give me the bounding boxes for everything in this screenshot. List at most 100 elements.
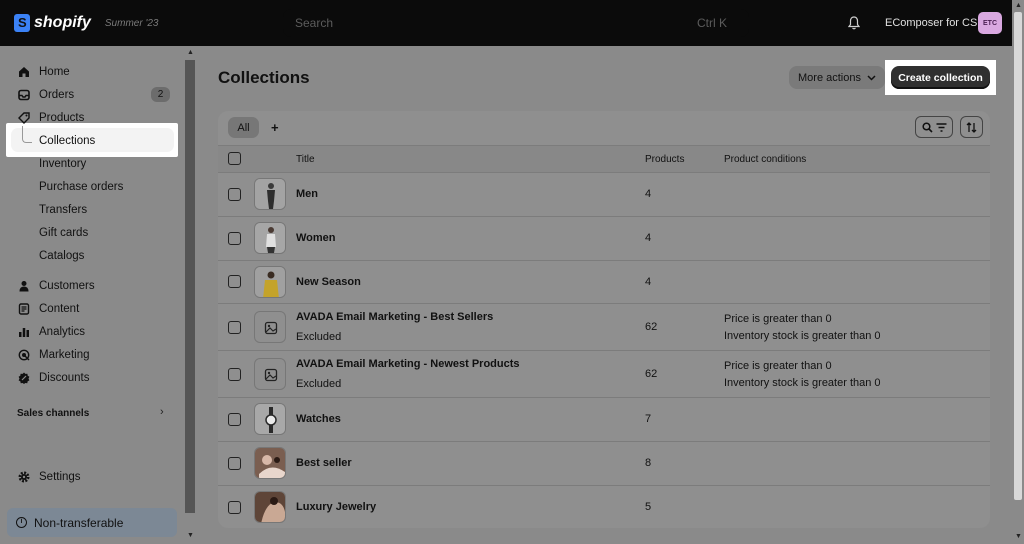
info-icon: i [16,517,27,528]
gear-icon [18,471,30,482]
collection-title[interactable]: New Season [296,276,361,288]
column-product-conditions: Product conditions [724,154,807,165]
search-filter-button[interactable] [915,116,953,138]
bell-icon[interactable] [848,16,860,30]
sidebar-item-label: Gift cards [39,226,89,239]
add-view-button[interactable]: + [271,120,279,135]
table-row[interactable]: AVADA Email Marketing - Newest Products … [218,351,990,398]
table-row[interactable]: AVADA Email Marketing - Best Sellers Exc… [218,304,990,351]
chevron-right-icon[interactable]: › [160,406,164,418]
collection-title[interactable]: Men [296,188,318,200]
row-checkbox[interactable] [228,368,241,381]
shopify-logo[interactable]: shopify [14,14,91,32]
sidebar-item-label: Purchase orders [39,180,124,193]
search-input[interactable]: Search Ctrl K [283,9,749,37]
select-all-checkbox[interactable] [228,152,241,165]
table-row[interactable]: New Season 4 [218,261,990,304]
sidebar-item-label: Content [39,302,80,315]
sidebar-item-label: Discounts [39,371,90,384]
scroll-down-icon[interactable]: ▼ [187,532,194,539]
sidebar-item-marketing[interactable]: Marketing [0,343,184,366]
sidebar-item-label: Customers [39,279,95,292]
more-actions-button[interactable]: More actions [789,66,885,89]
sidebar-item-purchase-orders[interactable]: Purchase orders [0,175,184,198]
sidebar-item-label: Orders [39,88,75,101]
sidebar-item-discounts[interactable]: Discounts [0,366,184,389]
table-row[interactable]: Best seller 8 [218,442,990,486]
table-row[interactable]: Luxury Jewelry 5 [218,486,990,528]
image-placeholder-icon [254,311,286,343]
sidebar-item-label: Inventory [39,157,87,170]
row-checkbox[interactable] [228,321,241,334]
tag-icon [18,111,30,124]
collection-title[interactable]: Women [296,232,336,244]
sidebar-item-inventory[interactable]: Inventory [0,152,184,175]
collection-thumbnail [254,222,286,254]
person-icon [19,280,29,291]
table-row[interactable]: Women 4 [218,217,990,261]
sidebar-item-label: Products [39,111,85,124]
row-checkbox[interactable] [228,275,241,288]
page-scrollbar[interactable]: ▲ ▼ [1012,0,1024,544]
sidebar-item-orders[interactable]: Orders 2 [0,83,184,106]
product-count: 62 [645,368,658,380]
collection-thumbnail [254,447,286,479]
row-checkbox[interactable] [228,457,241,470]
row-checkbox[interactable] [228,413,241,426]
sidebar-item-label: Collections [39,134,96,147]
orders-count-badge: 2 [151,87,170,102]
sidebar-item-customers[interactable]: Customers [0,274,184,297]
sidebar-item-label: Transfers [39,203,88,216]
row-checkbox[interactable] [228,501,241,514]
collection-title[interactable]: Luxury Jewelry [296,501,376,513]
sidebar-scrollbar[interactable]: ▲ ▼ [184,46,196,544]
row-checkbox[interactable] [228,232,241,245]
sidebar-item-products[interactable]: Products [0,106,184,129]
sidebar-item-collections[interactable]: Collections [0,129,184,152]
scroll-up-icon[interactable]: ▲ [187,49,194,56]
condition-line: Inventory stock is greater than 0 [724,377,881,389]
table-row[interactable]: Watches 7 [218,398,990,442]
chevron-down-icon [867,74,876,81]
marketing-icon [18,349,30,360]
tab-all[interactable]: All [228,117,259,138]
sidebar-item-analytics[interactable]: Analytics [0,320,184,343]
sidebar-item-settings[interactable]: Settings [0,465,184,488]
collection-title[interactable]: Best seller [296,457,352,469]
sales-channels-heading[interactable]: Sales channels [17,408,89,419]
sidebar-item-home[interactable]: Home [0,60,184,83]
brand-name: shopify [34,14,91,31]
page-scrollbar-thumb[interactable] [1014,12,1022,500]
sidebar-item-gift-cards[interactable]: Gift cards [0,221,184,244]
collection-title[interactable]: Watches [296,413,341,425]
more-actions-label: More actions [798,71,861,84]
table-header: Title Products Product conditions [218,145,990,173]
product-count: 4 [645,232,652,244]
collection-thumbnail [254,403,286,435]
filter-icon [936,122,946,132]
condition-line: Price is greater than 0 [724,313,832,325]
image-placeholder-icon [254,358,286,390]
collection-title[interactable]: AVADA Email Marketing - Newest Products [296,358,520,370]
table-row[interactable]: Men 4 [218,173,990,217]
sort-button[interactable] [960,116,983,138]
collection-title[interactable]: AVADA Email Marketing - Best Sellers [296,311,493,323]
sidebar-item-transfers[interactable]: Transfers [0,198,184,221]
sidebar-item-catalogs[interactable]: Catalogs [0,244,184,267]
create-collection-button[interactable]: Create collection [891,66,990,89]
column-products: Products [645,154,685,165]
sidebar-scrollbar-thumb[interactable] [185,60,195,513]
sidebar-item-content[interactable]: Content [0,297,184,320]
store-name[interactable]: EComposer for CS [885,17,977,29]
non-transferable-banner[interactable]: i Non-transferable [7,508,177,537]
sidebar-item-label: Catalogs [39,249,85,262]
scroll-up-icon[interactable]: ▲ [1015,2,1022,9]
content-icon [18,302,30,315]
row-checkbox[interactable] [228,188,241,201]
condition-line: Inventory stock is greater than 0 [724,330,881,342]
sidebar-item-label: Marketing [39,348,90,361]
scroll-down-icon[interactable]: ▼ [1015,533,1022,540]
store-avatar[interactable]: ETC [978,12,1002,34]
collection-thumbnail [254,491,286,523]
product-count: 62 [645,321,658,333]
